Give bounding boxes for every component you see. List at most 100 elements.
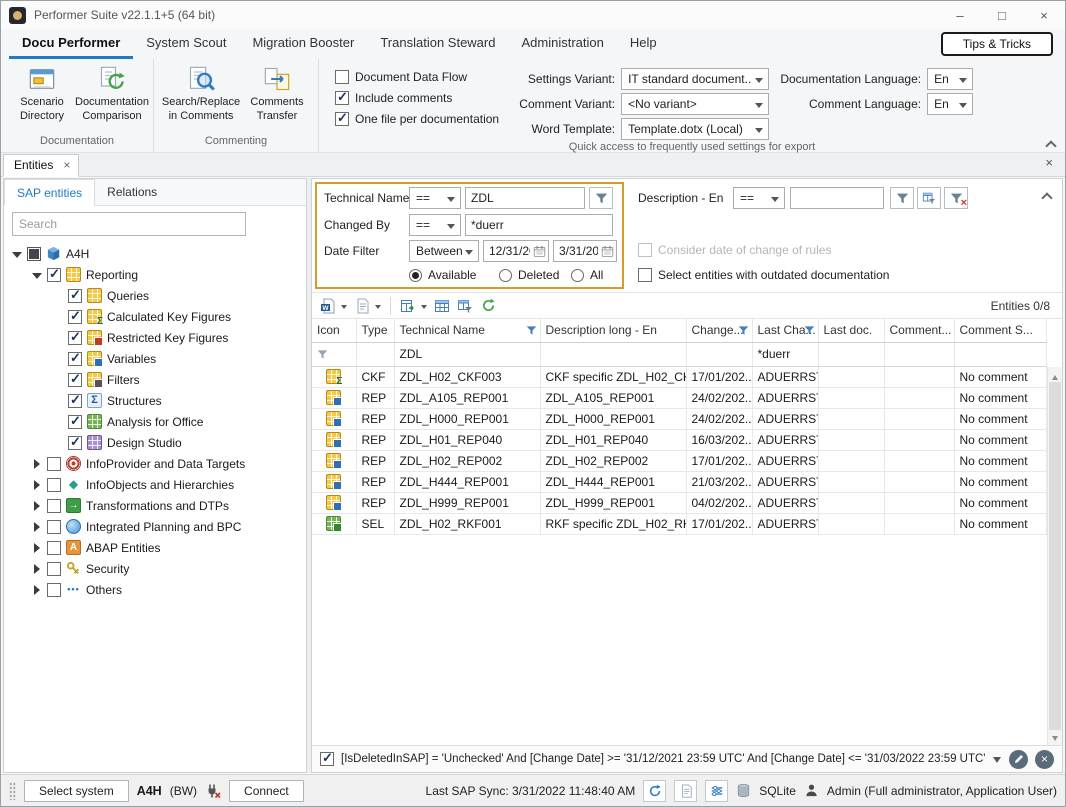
tree-item-security[interactable]: Security xyxy=(4,558,306,579)
checkbox[interactable] xyxy=(47,499,61,513)
minimize-button[interactable]: – xyxy=(939,1,981,29)
tree-item-variables[interactable]: Variables xyxy=(4,348,306,369)
tree-item-reporting[interactable]: Reporting xyxy=(4,264,306,285)
cell-last-doc[interactable] xyxy=(818,492,884,513)
cell-description[interactable]: RKF specific ZDL_H02_RK... xyxy=(540,513,686,534)
tab-entities[interactable]: Entities × xyxy=(3,154,79,177)
expander-open-icon[interactable] xyxy=(32,270,42,280)
sync-refresh-button[interactable] xyxy=(643,780,666,802)
tree-search-input[interactable] xyxy=(12,212,246,236)
close-document-icon[interactable]: × xyxy=(1045,153,1065,176)
cell-last-doc[interactable] xyxy=(818,387,884,408)
outdated-doc-checkbox[interactable]: Select entities with outdated documentat… xyxy=(638,268,889,282)
tree-item-integrated-planning[interactable]: Integrated Planning and BPC xyxy=(4,516,306,537)
cell-change-date[interactable]: 16/03/202... xyxy=(686,429,752,450)
cell-comment[interactable] xyxy=(884,429,954,450)
cell-change-date[interactable]: 17/01/202... xyxy=(686,513,752,534)
expander-closed-icon[interactable] xyxy=(32,459,42,469)
column-header-last-doc[interactable]: Last doc. xyxy=(818,319,884,342)
comment-language-dropdown[interactable]: En xyxy=(927,93,973,115)
column-header-technical-name[interactable]: Technical Name xyxy=(394,319,540,342)
cell-description[interactable]: CKF specific ZDL_H02_CK... xyxy=(540,366,686,387)
cell-technical-name[interactable]: ZDL_H000_REP001 xyxy=(394,408,540,429)
cell-comment-state[interactable]: No comment xyxy=(954,513,1047,534)
cell-last-doc[interactable] xyxy=(818,513,884,534)
column-header-comment-state[interactable]: Comment S... xyxy=(954,319,1047,342)
column-header-comment[interactable]: Comment... xyxy=(884,319,954,342)
cell-description[interactable]: ZDL_H000_REP001 xyxy=(540,408,686,429)
expander-closed-icon[interactable] xyxy=(32,585,42,595)
export-grid-dropdown-icon[interactable] xyxy=(421,296,429,316)
cell-comment-state[interactable]: No comment xyxy=(954,471,1047,492)
radio-deleted[interactable]: Deleted xyxy=(499,268,559,282)
cell-change-date[interactable]: 04/02/202... xyxy=(686,492,752,513)
tab-administration[interactable]: Administration xyxy=(508,29,616,59)
expression-history-dropdown-icon[interactable] xyxy=(993,755,1002,764)
cell-technical-name[interactable]: ZDL_H01_REP040 xyxy=(394,429,540,450)
technical-name-input[interactable] xyxy=(465,187,585,209)
tree-item-design-studio[interactable]: Design Studio xyxy=(4,432,306,453)
tab-relations[interactable]: Relations xyxy=(95,179,169,205)
checkbox[interactable] xyxy=(68,415,82,429)
active-filter-funnel-icon[interactable] xyxy=(804,325,815,336)
cell-last-doc[interactable] xyxy=(818,366,884,387)
table-row[interactable]: SEL ZDL_H02_RKF001 RKF specific ZDL_H02_… xyxy=(312,513,1047,534)
tab-help[interactable]: Help xyxy=(617,29,670,59)
cell-description[interactable]: ZDL_H999_REP001 xyxy=(540,492,686,513)
radio-button[interactable] xyxy=(571,269,584,282)
close-button[interactable]: × xyxy=(1023,1,1065,29)
cell-technical-name[interactable]: ZDL_H444_REP001 xyxy=(394,471,540,492)
cell-technical-name[interactable]: ZDL_H02_CKF003 xyxy=(394,366,540,387)
cell-change-date[interactable]: 21/03/202... xyxy=(686,471,752,492)
filter-cell-last-changed-by[interactable]: *duerr xyxy=(752,342,818,366)
checkbox[interactable] xyxy=(68,310,82,324)
tree-item-a4h[interactable]: A4H xyxy=(4,243,306,264)
column-header-description[interactable]: Description long - En xyxy=(540,319,686,342)
cell-type[interactable]: REP xyxy=(356,492,394,513)
refresh-button[interactable] xyxy=(478,296,498,316)
tab-migration-booster[interactable]: Migration Booster xyxy=(239,29,367,59)
tree-item-calculated-key-figures[interactable]: Calculated Key Figures xyxy=(4,306,306,327)
expander-closed-icon[interactable] xyxy=(32,564,42,574)
column-header-icon[interactable]: Icon xyxy=(312,319,356,342)
cell-last-changed-by[interactable]: ADUERRST... xyxy=(752,408,818,429)
grid-layout-button[interactable] xyxy=(432,296,452,316)
active-filter-funnel-icon[interactable] xyxy=(738,325,749,336)
changed-by-input[interactable] xyxy=(465,214,613,236)
filter-editor-button[interactable] xyxy=(917,187,941,209)
checkbox[interactable] xyxy=(47,520,61,534)
export-word-dropdown-icon[interactable] xyxy=(341,296,349,316)
column-header-change-date[interactable]: Change... xyxy=(686,319,752,342)
cell-last-doc[interactable] xyxy=(818,471,884,492)
checkbox[interactable] xyxy=(47,268,61,282)
expander-closed-icon[interactable] xyxy=(32,522,42,532)
cell-description[interactable]: ZDL_H01_REP040 xyxy=(540,429,686,450)
checkbox[interactable] xyxy=(27,247,41,261)
documentation-language-dropdown[interactable]: En xyxy=(927,68,973,90)
sync-settings-button[interactable] xyxy=(705,780,728,802)
cell-last-doc[interactable] xyxy=(818,450,884,471)
checkbox[interactable] xyxy=(68,331,82,345)
cell-technical-name[interactable]: ZDL_A105_REP001 xyxy=(394,387,540,408)
description-operator-dropdown[interactable]: == xyxy=(733,187,785,209)
description-input[interactable] xyxy=(790,187,884,209)
cell-comment[interactable] xyxy=(884,387,954,408)
table-row[interactable]: CKF ZDL_H02_CKF003 CKF specific ZDL_H02_… xyxy=(312,366,1047,387)
cell-last-doc[interactable] xyxy=(818,408,884,429)
checkbox[interactable] xyxy=(68,394,82,408)
scrollbar-thumb[interactable] xyxy=(1049,382,1061,730)
filter-cell-comment[interactable] xyxy=(884,342,954,366)
expander-closed-icon[interactable] xyxy=(32,543,42,553)
checkbox[interactable] xyxy=(47,541,61,555)
cell-change-date[interactable]: 17/01/202... xyxy=(686,366,752,387)
checkbox[interactable] xyxy=(335,70,349,84)
expander-closed-icon[interactable] xyxy=(32,480,42,490)
export-grid-button[interactable] xyxy=(398,296,418,316)
checkbox[interactable] xyxy=(638,268,652,282)
collapse-ribbon-icon[interactable] xyxy=(1046,139,1055,148)
checkbox[interactable] xyxy=(335,112,349,126)
technical-name-operator-dropdown[interactable]: == xyxy=(409,187,461,209)
filter-cell-last-doc[interactable] xyxy=(818,342,884,366)
filter-cell-description[interactable] xyxy=(540,342,686,366)
scroll-down-icon[interactable] xyxy=(1048,730,1062,745)
